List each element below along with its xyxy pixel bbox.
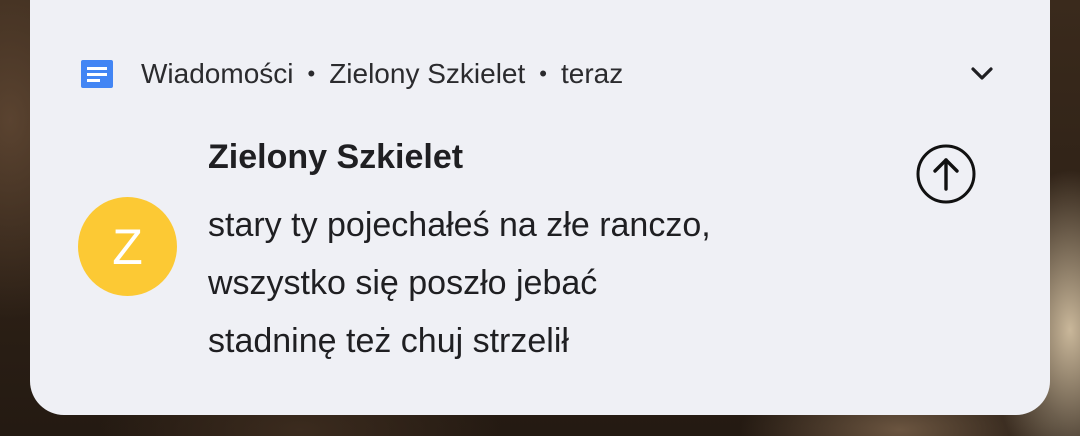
messages-app-icon <box>81 60 113 88</box>
message-line: stadninę też chuj strzelił <box>208 322 569 360</box>
message-body: stary ty pojechałeś na złe ranczo, wszys… <box>208 196 888 370</box>
message-line: stary ty pojechałeś na złe ranczo, <box>208 206 711 244</box>
chevron-down-icon[interactable] <box>966 62 998 86</box>
app-name: Wiadomości <box>141 58 294 89</box>
notification-header: Wiadomości • Zielony Szkielet • teraz <box>80 58 623 90</box>
avatar-letter: Z <box>112 218 143 275</box>
header-separator: • <box>539 61 547 86</box>
header-sender: Zielony Szkielet <box>329 58 526 89</box>
sender-name: Zielony Szkielet <box>208 138 464 176</box>
message-line: wszystko się poszło jebać <box>208 264 598 302</box>
avatar: Z <box>78 197 177 296</box>
header-separator: • <box>307 61 316 86</box>
reply-arrow-up-icon[interactable] <box>915 143 977 205</box>
notification-time: teraz <box>560 58 624 89</box>
